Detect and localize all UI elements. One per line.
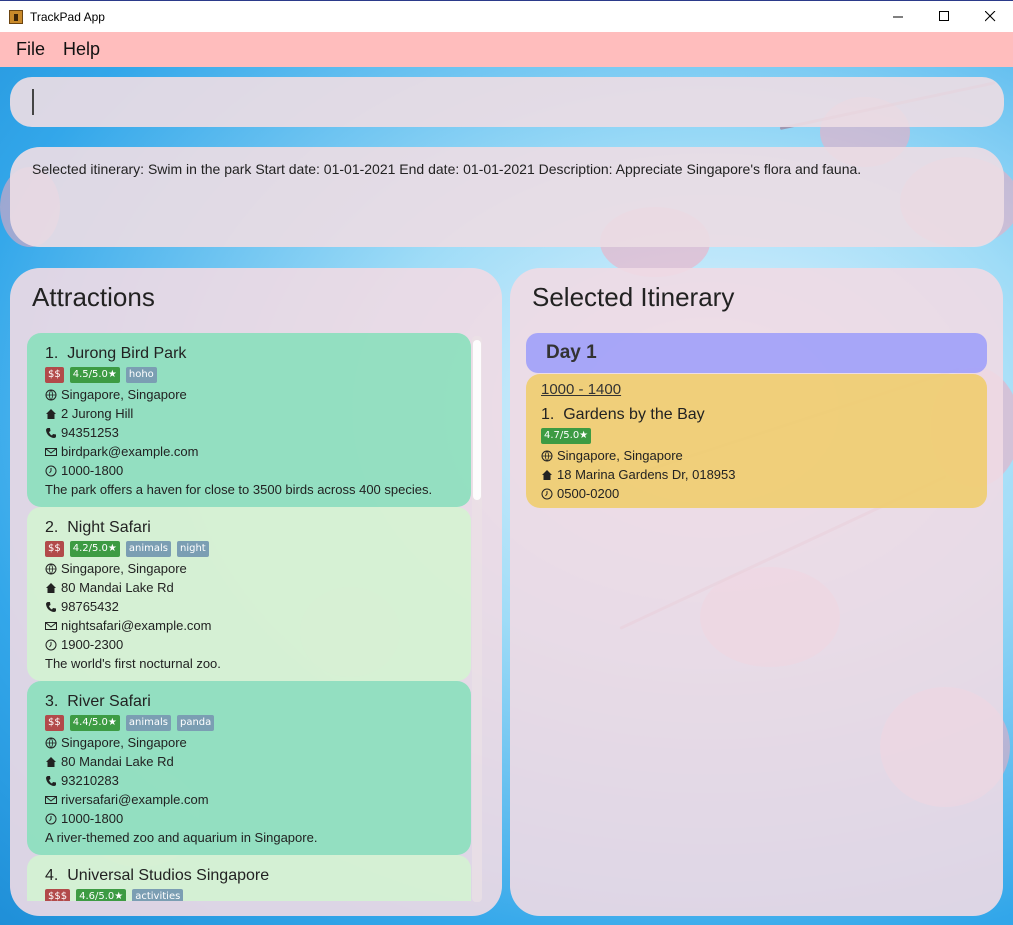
email-icon <box>45 446 57 458</box>
attraction-list-scrollbar[interactable] <box>472 336 482 902</box>
price-tag: $$ <box>45 715 64 731</box>
hours-text: 1000-1800 <box>61 463 124 478</box>
result-display: Selected itinerary: Swim in the park Sta… <box>10 147 1004 247</box>
attraction-title: 1. Jurong Bird Park <box>45 343 453 365</box>
attractions-title: Attractions <box>32 282 155 312</box>
attraction-description: The world's first nocturnal zoo. <box>45 656 221 671</box>
rating-tag: 4.7/5.0★ <box>541 428 592 444</box>
phone-text: 94351253 <box>61 425 119 440</box>
home-icon <box>45 582 57 594</box>
email-text: riversafari@example.com <box>61 792 209 807</box>
close-icon <box>984 11 995 22</box>
itinerary-attraction-name: Gardens by the Bay <box>563 406 705 423</box>
attraction-index: 3. <box>45 693 59 710</box>
attraction-name: Jurong Bird Park <box>67 345 187 362</box>
price-tag: $$ <box>45 367 64 383</box>
attraction-index: 4. <box>45 867 59 884</box>
tag-label: hoho <box>125 367 157 383</box>
address-text: 80 Mandai Lake Rd <box>61 580 174 595</box>
location-text: Singapore, Singapore <box>61 387 187 402</box>
phone-text: 93210283 <box>61 773 119 788</box>
globe-icon <box>45 563 57 575</box>
rating-tag: 4.6/5.0★ <box>76 889 127 901</box>
menu-file[interactable]: File <box>16 39 45 60</box>
phone-icon <box>45 601 57 613</box>
attraction-description: The park offers a haven for close to 350… <box>45 482 433 497</box>
price-tag: $$$ <box>45 889 71 901</box>
email-text: nightsafari@example.com <box>61 618 212 633</box>
window-title: TrackPad App <box>30 9 105 24</box>
home-icon <box>45 756 57 768</box>
location-text: Singapore, Singapore <box>557 448 683 463</box>
tag-label: animals <box>125 541 171 557</box>
phone-text: 98765432 <box>61 599 119 614</box>
email-text: birdpark@example.com <box>61 444 199 459</box>
attraction-index: 2. <box>45 519 59 536</box>
tag-label: panda <box>176 715 215 731</box>
address-text: 2 Jurong Hill <box>61 406 134 421</box>
app-icon <box>9 9 23 24</box>
minimize-button[interactable] <box>875 1 921 32</box>
phone-icon <box>45 775 57 787</box>
attraction-name: Night Safari <box>67 519 151 536</box>
home-icon <box>541 469 553 481</box>
tag-label: activities <box>132 889 184 901</box>
hours-text: 1900-2300 <box>61 637 124 652</box>
globe-icon <box>541 450 553 462</box>
attraction-description: A river-themed zoo and aquarium in Singa… <box>45 830 318 845</box>
attraction-title: 4. Universal Studios Singapore <box>45 865 453 887</box>
itinerary-panel: Selected Itinerary Day 1 1000 - 1400 1. … <box>510 268 1003 916</box>
rating-tag: 4.5/5.0★ <box>69 367 120 383</box>
itinerary-slot-card[interactable]: 1000 - 1400 1. Gardens by the Bay 4.7/5.… <box>526 374 987 508</box>
menu-bar: File Help <box>0 32 1013 67</box>
attractions-panel: Attractions 1. Jurong Bird Park $$ 4.5/5… <box>10 268 502 916</box>
location-text: Singapore, Singapore <box>61 561 187 576</box>
day-header[interactable]: Day 1 <box>526 333 987 373</box>
globe-icon <box>45 389 57 401</box>
tag-label: animals <box>125 715 171 731</box>
attraction-list[interactable]: 1. Jurong Bird Park $$ 4.5/5.0★ hoho Sin… <box>27 333 471 901</box>
rating-tag: 4.2/5.0★ <box>69 541 120 557</box>
attraction-card[interactable]: 3. River Safari $$ 4.4/5.0★ animals pand… <box>27 681 471 855</box>
window-title-bar: TrackPad App <box>0 0 1013 32</box>
attraction-card[interactable]: 2. Night Safari $$ 4.2/5.0★ animals nigh… <box>27 507 471 681</box>
attraction-index: 1. <box>45 345 59 362</box>
clock-icon <box>541 488 553 500</box>
home-icon <box>45 408 57 420</box>
phone-icon <box>45 427 57 439</box>
command-input[interactable] <box>10 77 1004 127</box>
globe-icon <box>45 737 57 749</box>
maximize-icon <box>938 11 949 21</box>
rating-tag: 4.4/5.0★ <box>69 715 120 731</box>
itinerary-index: 1. <box>541 406 555 423</box>
hours-text: 1000-1800 <box>61 811 124 826</box>
minimize-icon <box>892 16 903 18</box>
email-icon <box>45 620 57 632</box>
address-text: 18 Marina Gardens Dr, 018953 <box>557 467 736 482</box>
clock-icon <box>45 639 57 651</box>
attraction-title: 2. Night Safari <box>45 517 453 539</box>
email-icon <box>45 794 57 806</box>
attraction-card[interactable]: 1. Jurong Bird Park $$ 4.5/5.0★ hoho Sin… <box>27 333 471 507</box>
attraction-card[interactable]: 4. Universal Studios Singapore $$$ 4.6/5… <box>27 855 471 901</box>
text-caret <box>32 89 34 115</box>
address-text: 80 Mandai Lake Rd <box>61 754 174 769</box>
scrollbar-thumb[interactable] <box>473 340 481 500</box>
itinerary-attraction-title: 1. Gardens by the Bay <box>541 404 972 426</box>
price-tag: $$ <box>45 541 64 557</box>
time-slot: 1000 - 1400 <box>541 381 622 398</box>
tag-label: night <box>176 541 209 557</box>
attraction-title: 3. River Safari <box>45 691 453 713</box>
maximize-button[interactable] <box>921 1 967 32</box>
clock-icon <box>45 813 57 825</box>
close-button[interactable] <box>967 1 1013 32</box>
attraction-name: Universal Studios Singapore <box>67 867 270 884</box>
attraction-name: River Safari <box>67 693 151 710</box>
menu-help[interactable]: Help <box>63 39 100 60</box>
hours-text: 0500-0200 <box>557 486 620 501</box>
location-text: Singapore, Singapore <box>61 735 187 750</box>
itinerary-title: Selected Itinerary <box>532 282 735 312</box>
clock-icon <box>45 465 57 477</box>
result-text: Selected itinerary: Swim in the park Sta… <box>32 161 862 177</box>
